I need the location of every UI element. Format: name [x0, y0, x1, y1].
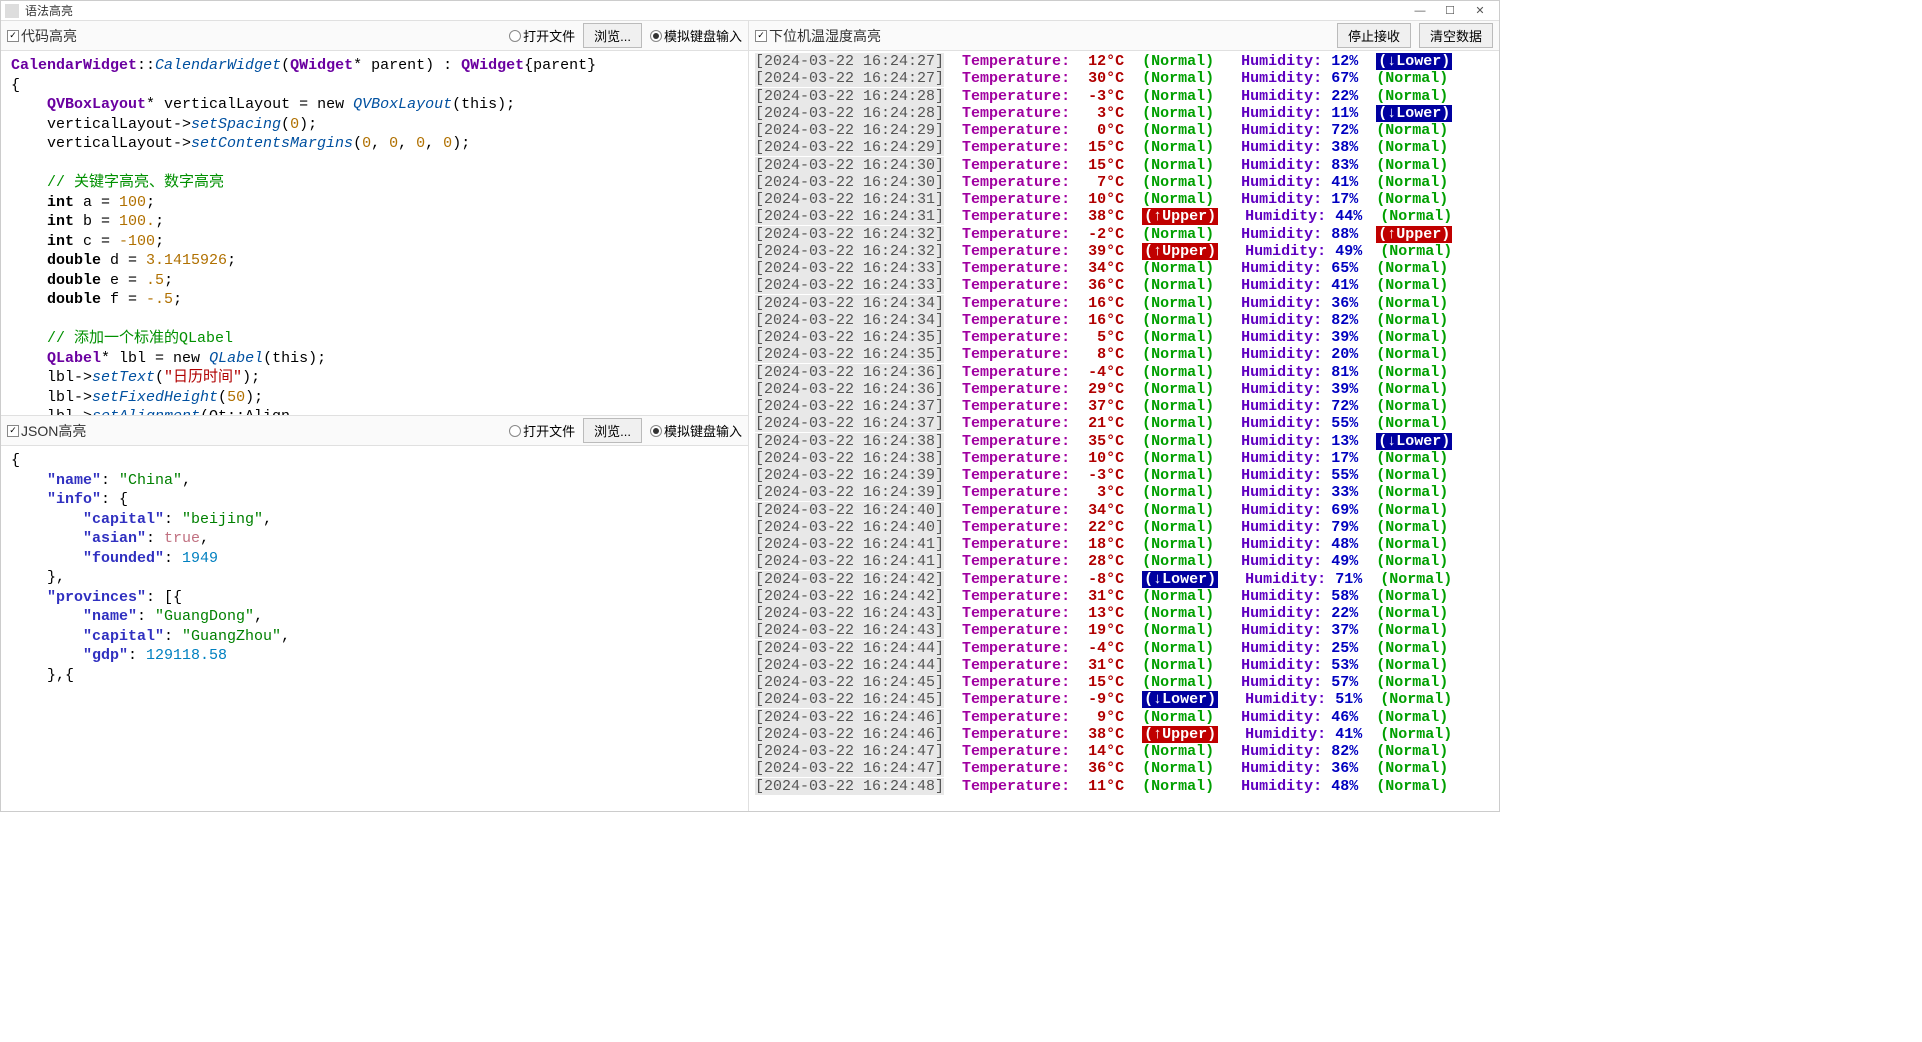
radio-icon	[509, 425, 521, 437]
log-row: [2024-03-22 16:24:33] Temperature: 36°C …	[755, 277, 1493, 294]
browse-button-json[interactable]: 浏览...	[583, 418, 642, 443]
window-title: 语法高亮	[25, 2, 1405, 19]
log-row: [2024-03-22 16:24:35] Temperature: 5°C (…	[755, 329, 1493, 346]
stop-receive-button[interactable]: 停止接收	[1337, 23, 1411, 48]
log-row: [2024-03-22 16:24:40] Temperature: 34°C …	[755, 502, 1493, 519]
code-editor[interactable]: CalendarWidget::CalendarWidget(QWidget* …	[1, 51, 748, 415]
log-row: [2024-03-22 16:24:28] Temperature: -3°C …	[755, 88, 1493, 105]
radio-icon	[650, 425, 662, 437]
log-row: [2024-03-22 16:24:48] Temperature: 11°C …	[755, 778, 1493, 795]
log-panel-header: ✓ 下位机温湿度高亮 停止接收 清空数据	[749, 21, 1499, 51]
log-row: [2024-03-22 16:24:31] Temperature: 10°C …	[755, 191, 1493, 208]
json-checkbox-label: JSON高亮	[21, 421, 86, 441]
json-highlight-checkbox[interactable]: ✓ JSON高亮	[7, 421, 86, 441]
temphum-checkbox-label: 下位机温湿度高亮	[769, 26, 881, 46]
openfile-radio-json[interactable]: 打开文件	[509, 421, 575, 440]
log-row: [2024-03-22 16:24:40] Temperature: 22°C …	[755, 519, 1493, 536]
log-row: [2024-03-22 16:24:41] Temperature: 18°C …	[755, 536, 1493, 553]
log-row: [2024-03-22 16:24:38] Temperature: 35°C …	[755, 433, 1493, 450]
log-row: [2024-03-22 16:24:41] Temperature: 28°C …	[755, 553, 1493, 570]
log-row: [2024-03-22 16:24:29] Temperature: 15°C …	[755, 139, 1493, 156]
siminput-radio-json[interactable]: 模拟键盘输入	[650, 421, 742, 440]
browse-button[interactable]: 浏览...	[583, 23, 642, 48]
log-viewer[interactable]: [2024-03-22 16:24:27] Temperature: 12°C …	[749, 51, 1499, 811]
code-panel: ✓ 代码高亮 打开文件 浏览... 模拟键盘输入 CalendarWidget:…	[1, 21, 748, 416]
log-row: [2024-03-22 16:24:47] Temperature: 36°C …	[755, 760, 1493, 777]
log-row: [2024-03-22 16:24:37] Temperature: 37°C …	[755, 398, 1493, 415]
radio-icon	[650, 30, 662, 42]
log-row: [2024-03-22 16:24:47] Temperature: 14°C …	[755, 743, 1493, 760]
log-row: [2024-03-22 16:24:44] Temperature: -4°C …	[755, 640, 1493, 657]
log-row: [2024-03-22 16:24:46] Temperature: 9°C (…	[755, 709, 1493, 726]
temphum-highlight-checkbox[interactable]: ✓ 下位机温湿度高亮	[755, 26, 881, 46]
log-row: [2024-03-22 16:24:35] Temperature: 8°C (…	[755, 346, 1493, 363]
siminput-radio[interactable]: 模拟键盘输入	[650, 26, 742, 45]
close-button[interactable]: ✕	[1465, 2, 1495, 20]
log-row: [2024-03-22 16:24:43] Temperature: 13°C …	[755, 605, 1493, 622]
log-row: [2024-03-22 16:24:39] Temperature: 3°C (…	[755, 484, 1493, 501]
log-row: [2024-03-22 16:24:32] Temperature: -2°C …	[755, 226, 1493, 243]
siminput-label-json: 模拟键盘输入	[664, 421, 742, 440]
log-row: [2024-03-22 16:24:42] Temperature: -8°C …	[755, 571, 1493, 588]
log-row: [2024-03-22 16:24:29] Temperature: 0°C (…	[755, 122, 1493, 139]
right-column: ✓ 下位机温湿度高亮 停止接收 清空数据 [2024-03-22 16:24:2…	[749, 21, 1499, 811]
maximize-button[interactable]: ☐	[1435, 2, 1465, 20]
log-row: [2024-03-22 16:24:31] Temperature: 38°C …	[755, 208, 1493, 225]
log-row: [2024-03-22 16:24:33] Temperature: 34°C …	[755, 260, 1493, 277]
log-row: [2024-03-22 16:24:44] Temperature: 31°C …	[755, 657, 1493, 674]
code-checkbox-label: 代码高亮	[21, 26, 77, 46]
app-window: 语法高亮 — ☐ ✕ ✓ 代码高亮 打开文件 浏览...	[0, 0, 1500, 812]
json-panel: ✓ JSON高亮 打开文件 浏览... 模拟键盘输入 { "name": "Ch…	[1, 416, 748, 811]
json-editor[interactable]: { "name": "China", "info": { "capital": …	[1, 446, 748, 811]
minimize-button[interactable]: —	[1405, 2, 1435, 20]
log-row: [2024-03-22 16:24:43] Temperature: 19°C …	[755, 622, 1493, 639]
log-row: [2024-03-22 16:24:45] Temperature: -9°C …	[755, 691, 1493, 708]
log-row: [2024-03-22 16:24:36] Temperature: 29°C …	[755, 381, 1493, 398]
radio-icon	[509, 30, 521, 42]
clear-data-button[interactable]: 清空数据	[1419, 23, 1493, 48]
log-row: [2024-03-22 16:24:27] Temperature: 12°C …	[755, 53, 1493, 70]
siminput-label: 模拟键盘输入	[664, 26, 742, 45]
log-row: [2024-03-22 16:24:34] Temperature: 16°C …	[755, 312, 1493, 329]
json-panel-header: ✓ JSON高亮 打开文件 浏览... 模拟键盘输入	[1, 416, 748, 446]
log-row: [2024-03-22 16:24:46] Temperature: 38°C …	[755, 726, 1493, 743]
code-panel-header: ✓ 代码高亮 打开文件 浏览... 模拟键盘输入	[1, 21, 748, 51]
log-row: [2024-03-22 16:24:37] Temperature: 21°C …	[755, 415, 1493, 432]
app-icon	[5, 4, 19, 18]
log-row: [2024-03-22 16:24:45] Temperature: 15°C …	[755, 674, 1493, 691]
log-row: [2024-03-22 16:24:30] Temperature: 7°C (…	[755, 174, 1493, 191]
checkbox-icon: ✓	[7, 30, 19, 42]
log-row: [2024-03-22 16:24:32] Temperature: 39°C …	[755, 243, 1493, 260]
openfile-label-json: 打开文件	[523, 421, 575, 440]
content: ✓ 代码高亮 打开文件 浏览... 模拟键盘输入 CalendarWidget:…	[1, 21, 1499, 811]
log-row: [2024-03-22 16:24:38] Temperature: 10°C …	[755, 450, 1493, 467]
log-row: [2024-03-22 16:24:27] Temperature: 30°C …	[755, 70, 1493, 87]
log-row: [2024-03-22 16:24:28] Temperature: 3°C (…	[755, 105, 1493, 122]
log-row: [2024-03-22 16:24:39] Temperature: -3°C …	[755, 467, 1493, 484]
log-row: [2024-03-22 16:24:42] Temperature: 31°C …	[755, 588, 1493, 605]
log-row: [2024-03-22 16:24:30] Temperature: 15°C …	[755, 157, 1493, 174]
code-highlight-checkbox[interactable]: ✓ 代码高亮	[7, 26, 77, 46]
checkbox-icon: ✓	[755, 30, 767, 42]
titlebar: 语法高亮 — ☐ ✕	[1, 1, 1499, 21]
checkbox-icon: ✓	[7, 425, 19, 437]
openfile-radio[interactable]: 打开文件	[509, 26, 575, 45]
left-column: ✓ 代码高亮 打开文件 浏览... 模拟键盘输入 CalendarWidget:…	[1, 21, 749, 811]
log-row: [2024-03-22 16:24:36] Temperature: -4°C …	[755, 364, 1493, 381]
log-row: [2024-03-22 16:24:34] Temperature: 16°C …	[755, 295, 1493, 312]
openfile-label: 打开文件	[523, 26, 575, 45]
